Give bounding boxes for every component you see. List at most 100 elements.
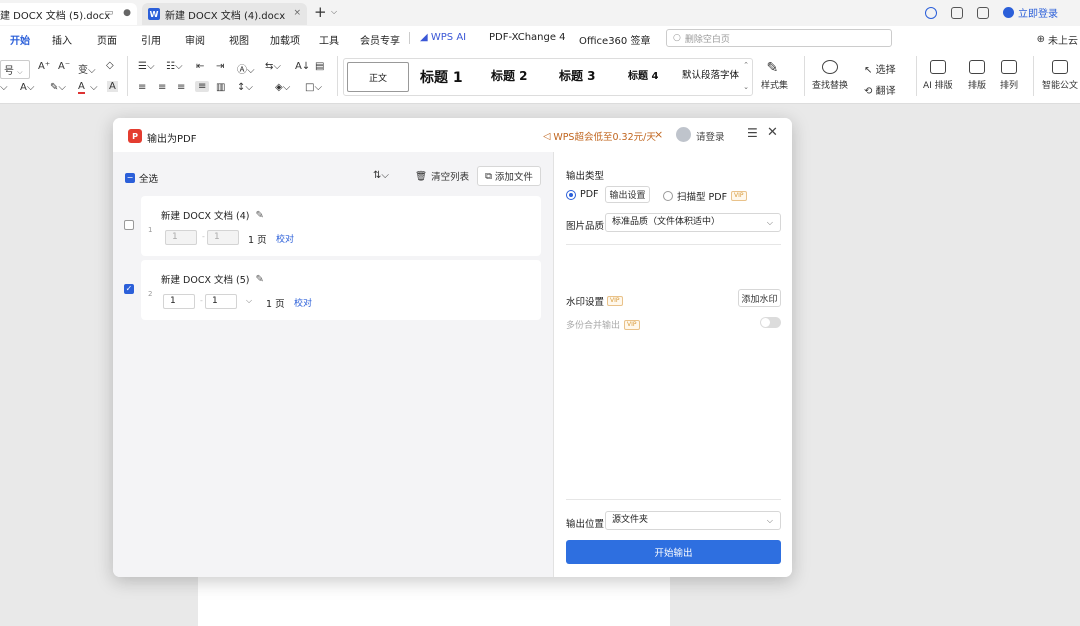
chevron-down-icon[interactable]: ⌵ [331,7,337,17]
proof-link[interactable]: 校对 [276,232,294,245]
rename-pencil-icon[interactable]: ✎ [255,274,263,285]
text-effect-icon[interactable]: A⌵ [20,82,34,93]
font-color-icon[interactable]: A [78,82,85,94]
style-heading-2[interactable]: 标题 2 [491,67,528,84]
layout-button[interactable]: 排版 [968,58,986,91]
image-quality-select[interactable]: 标准品质（文件体积适中） ⌵ [605,213,781,232]
scan-pdf-radio[interactable]: 扫描型 PDF VIP [663,189,747,203]
arrange-label: 排列 [1000,81,1019,91]
page-to-input[interactable]: 1 [205,294,237,309]
window-icon[interactable] [951,6,963,19]
page-from-input[interactable]: 1 [165,230,197,245]
decrease-indent-icon[interactable]: ⇤ [196,61,204,72]
style-heading-3[interactable]: 标题 3 [559,67,596,84]
monitor-icon[interactable]: ▭ [105,8,114,18]
chevron-icon[interactable]: ⌵ [0,82,8,93]
numbering-icon[interactable]: ☷⌵ [166,61,183,72]
phonetic-icon[interactable]: 变⌵ [78,61,96,76]
tab-doc-4[interactable]: W 新建 DOCX 文档 (4).docx × [142,3,307,25]
menu-home[interactable]: 开始 [10,32,30,52]
output-settings-button[interactable]: 输出设置 [605,186,650,203]
gallery-up-icon[interactable]: ⌃ [743,61,749,69]
menu-addins[interactable]: 加载项 [270,32,300,47]
page-from-input[interactable]: 1 [163,294,195,309]
line-spacing-icon[interactable]: ↕⌵ [237,82,253,93]
cube-icon[interactable] [977,6,989,19]
eraser-icon[interactable]: ◇ [106,60,114,71]
chevron-down-icon[interactable]: ⌵ [246,296,252,306]
bullets-icon[interactable]: ☰⌵ [138,61,155,72]
menu-page[interactable]: 页面 [97,32,117,47]
rename-pencil-icon[interactable]: ✎ [255,210,263,221]
menu-wps-ai[interactable]: ◢ WPS AI [420,32,466,43]
login-button[interactable]: 立即登录 [1003,5,1058,20]
menu-tools[interactable]: 工具 [319,32,339,47]
merge-output-toggle[interactable] [760,317,781,328]
login-link[interactable]: 请登录 [696,129,725,143]
direction-icon[interactable]: ⇆⌵ [265,61,281,72]
vip-promo-link[interactable]: ◁ WPS超会低至0.32元/天 [543,129,656,144]
menu-view[interactable]: 视图 [229,32,249,47]
close-icon[interactable]: ✕ [767,125,778,140]
font-size-select[interactable]: 号 ⌵ [0,60,30,79]
cloud-status[interactable]: ⊕ 未上云 [1037,32,1078,47]
border-icon[interactable]: □⌵ [305,82,322,93]
find-replace-button[interactable]: 查找替换 [812,58,848,91]
menu-review[interactable]: 审阅 [185,32,205,47]
promo-close-icon[interactable]: × [654,128,663,141]
gallery-down-icon[interactable]: ⌄ [743,83,749,91]
search-input[interactable]: ○ 删除空白页 [666,29,892,47]
proof-link[interactable]: 校对 [294,296,312,309]
style-heading-1[interactable]: 标题 1 [420,67,463,87]
clear-list-button[interactable]: 🗑︎ 清空列表 [415,169,469,184]
style-default-paragraph-font[interactable]: 默认段落字体 [682,67,739,81]
start-export-button[interactable]: 开始输出 [566,540,781,564]
promo-text: WPS超会低至0.32元/天 [553,132,656,143]
menu-insert[interactable]: 插入 [52,32,72,47]
style-heading-4[interactable]: 标题 4 [628,67,658,82]
style-set-button[interactable]: ✎ 样式集 [761,58,788,91]
user-avatar-icon[interactable] [676,127,691,142]
tab-doc-5[interactable]: 建 DOCX 文档 (5).docx ▭ ● [0,3,137,25]
file-1-checkbox[interactable] [124,220,134,230]
show-marks-icon[interactable]: ▤ [315,61,324,72]
shading-icon[interactable]: ◈⌵ [275,82,290,93]
translate-button[interactable]: ⟲ 翻译 [864,82,896,97]
align-center-icon[interactable]: ≡ [158,82,166,93]
pdf-radio[interactable]: PDF [566,189,599,200]
align-left-icon[interactable]: ≡ [138,82,146,93]
case-icon[interactable]: Ⓐ⌵ [237,61,255,76]
menu-office360[interactable]: Office360 签章 [579,32,650,47]
ai-layout-button[interactable]: AI 排版 [923,58,953,91]
output-location-select[interactable]: 源文件夹 ⌵ [605,511,781,530]
sort-icon[interactable]: ⇅⌵ [373,170,389,181]
menu-member[interactable]: 会员专享 [360,32,400,47]
file-name-text: 新建 DOCX 文档 (5) [161,275,250,286]
close-icon[interactable]: × [293,8,301,18]
select-all-checkbox[interactable]: − 全选 [125,171,158,185]
grow-font-icon[interactable]: A⁺ [38,61,50,72]
highlight-icon[interactable]: ✎⌵ [50,82,66,93]
add-file-button[interactable]: ⧉ 添加文件 [477,166,541,186]
char-shading-icon[interactable]: A [107,81,118,92]
smart-doc-button[interactable]: 智能公文 [1042,58,1078,91]
ai-assistant-icon[interactable] [925,6,937,19]
distributed-icon[interactable]: ▥ [216,82,225,93]
page-to-input[interactable]: 1 [207,230,239,245]
style-normal[interactable]: 正文 [347,62,409,92]
dot-icon[interactable]: ● [123,8,131,18]
align-right-icon[interactable]: ≡ [177,82,185,93]
file-2-checkbox[interactable]: ✓ [124,284,134,294]
arrange-button[interactable]: 排列 [1000,58,1018,91]
increase-indent-icon[interactable]: ⇥ [216,61,224,72]
select-button[interactable]: ↖ 选择 [864,61,896,76]
menu-pdf-xchange[interactable]: PDF-XChange 4 [489,32,566,43]
justify-icon[interactable]: ≡ [195,81,210,92]
sort-icon[interactable]: A↓ [295,61,310,72]
menu-references[interactable]: 引用 [141,32,161,47]
menu-icon[interactable]: ☰ [747,126,758,140]
new-tab-plus-icon[interactable]: + [314,5,327,20]
add-watermark-button[interactable]: 添加水印 [738,289,781,307]
chevron-down-icon[interactable]: ⌵ [90,82,98,93]
shrink-font-icon[interactable]: A⁻ [58,61,70,72]
